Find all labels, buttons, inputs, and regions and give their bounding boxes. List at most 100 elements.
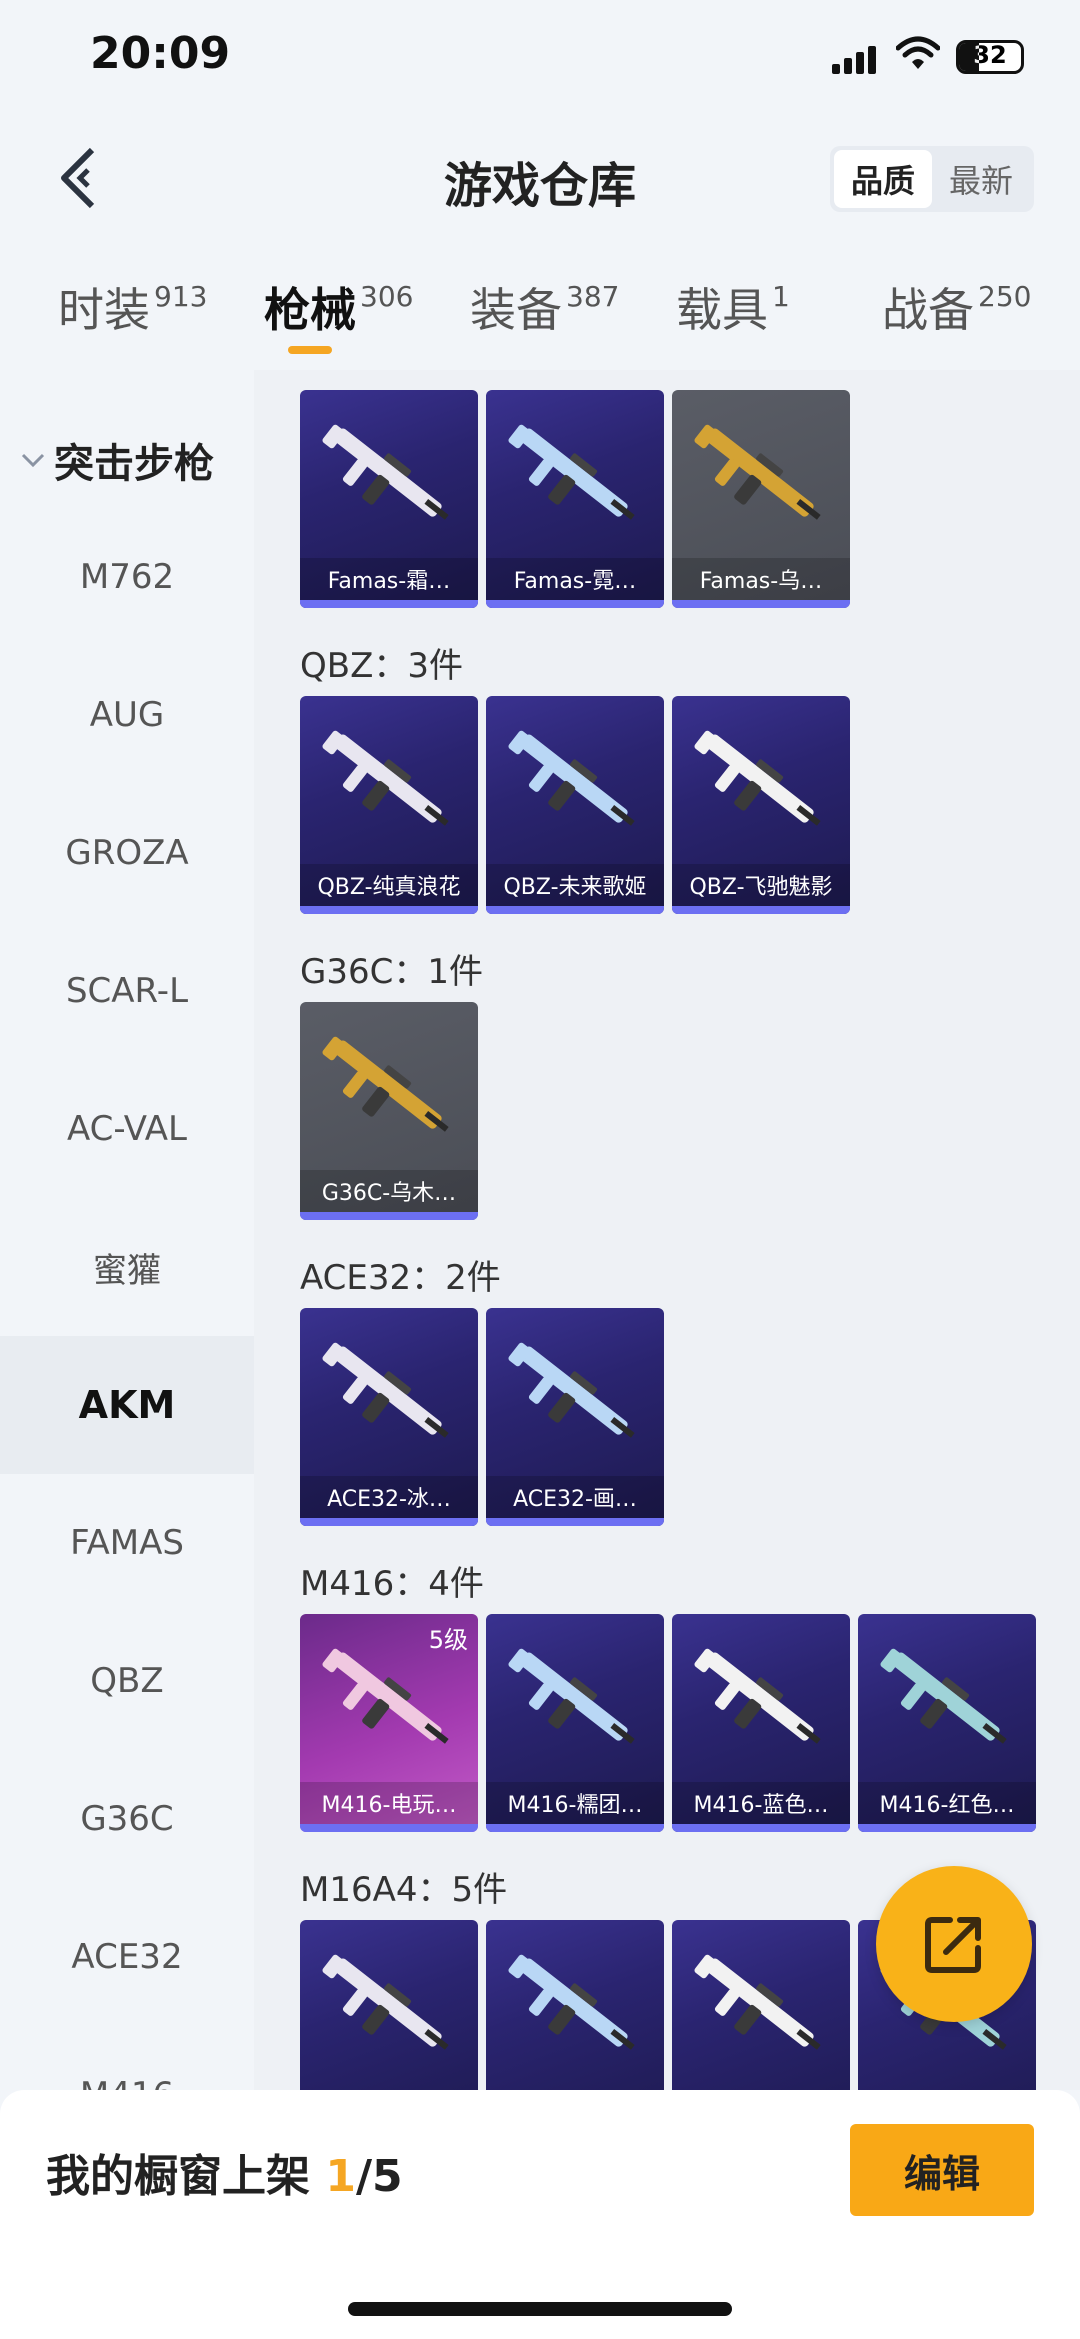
skin-level-badge: 5级 — [428, 1626, 468, 1654]
share-button[interactable] — [876, 1866, 1032, 2022]
skin-card[interactable]: M416-红色… — [858, 1614, 1036, 1832]
skin-name: M416-糯团… — [486, 1782, 664, 1824]
skin-card[interactable] — [672, 1920, 850, 2090]
rarity-stripe — [486, 1518, 664, 1526]
tab-supplies[interactable]: 战备 250 — [882, 274, 1031, 340]
tab-equipment[interactable]: 装备 387 — [470, 274, 619, 340]
skin-card[interactable]: Famas-乌… — [672, 390, 850, 608]
skin-card[interactable] — [486, 1920, 664, 2090]
tab-label: 装备 — [470, 283, 562, 337]
weapon-skin-grid: Famas-霜… Famas-霓… Famas-乌… QBZ：3件 QBZ-纯真浪花 QB… — [254, 370, 1080, 2090]
showcase-summary: 我的橱窗上架 1/5 — [46, 2140, 403, 2204]
sidebar-item-honey-badger[interactable]: 蜜獾 — [0, 1198, 254, 1336]
status-time: 20:09 — [90, 28, 231, 79]
gun-skin-icon — [880, 1648, 1007, 1744]
tab-label: 战备 — [882, 283, 974, 337]
skin-card[interactable]: M416-糯团… — [486, 1614, 664, 1832]
tab-count: 913 — [154, 280, 208, 313]
home-indicator — [348, 2302, 732, 2316]
sort-newest-button[interactable]: 最新 — [932, 150, 1030, 208]
skin-card[interactable]: QBZ-纯真浪花 — [300, 696, 478, 914]
skin-card[interactable] — [300, 1920, 478, 2090]
skin-name: Famas-乌… — [672, 558, 850, 600]
gun-skin-icon — [322, 1342, 449, 1438]
tab-label: 载具 — [676, 283, 768, 337]
skin-name: M416-电玩… — [300, 1782, 478, 1824]
edit-button[interactable]: 编辑 — [850, 2124, 1034, 2216]
skin-name: Famas-霓… — [486, 558, 664, 600]
wifi-icon — [896, 36, 940, 69]
section-title: QBZ：3件 — [300, 646, 464, 686]
sidebar-group-label: 突击步枪 — [54, 441, 214, 487]
sidebar-item-g36c[interactable]: G36C — [0, 1750, 254, 1888]
skin-card[interactable]: 5级 M416-电玩… — [300, 1614, 478, 1832]
skin-card[interactable]: G36C-乌木… — [300, 1002, 478, 1220]
sidebar-item-aug[interactable]: AUG — [0, 646, 254, 784]
share-external-icon — [925, 1917, 981, 1973]
cellular-signal-icon — [832, 44, 878, 74]
rarity-stripe — [300, 1518, 478, 1526]
tab-label: 时装 — [58, 283, 150, 337]
sidebar-group-assault-rifles[interactable]: 突击步枪 — [0, 410, 254, 510]
tab-count: 250 — [978, 280, 1032, 313]
tab-count: 1 — [772, 280, 790, 313]
sidebar-item-ace32[interactable]: ACE32 — [0, 1888, 254, 2026]
rarity-stripe — [300, 1212, 478, 1220]
sidebar-item-groza[interactable]: GROZA — [0, 784, 254, 922]
gun-skin-icon — [694, 424, 821, 520]
gun-skin-icon — [508, 1954, 635, 2050]
sidebar-item-m762[interactable]: M762 — [0, 508, 254, 646]
skin-card[interactable]: Famas-霜… — [300, 390, 478, 608]
skin-card[interactable]: ACE32-冰… — [300, 1308, 478, 1526]
sidebar-item-akm[interactable]: AKM — [0, 1336, 254, 1474]
rarity-stripe — [486, 906, 664, 914]
gun-skin-icon — [322, 1954, 449, 2050]
sort-quality-button[interactable]: 品质 — [834, 150, 932, 208]
showcase-current: 1 — [325, 2151, 356, 2202]
skin-card[interactable]: QBZ-未来歌姬 — [486, 696, 664, 914]
section-title: M16A4：5件 — [300, 1870, 508, 1910]
tab-label: 枪械 — [264, 283, 356, 337]
section-title: G36C：1件 — [300, 952, 483, 992]
rarity-stripe — [672, 906, 850, 914]
gun-skin-icon — [322, 1036, 449, 1132]
gun-skin-icon — [322, 730, 449, 826]
rarity-stripe — [486, 1824, 664, 1832]
gun-skin-icon — [508, 1342, 635, 1438]
rarity-stripe — [858, 1824, 1036, 1832]
skin-name: M416-蓝色… — [672, 1782, 850, 1824]
back-arrow-icon — [61, 147, 95, 209]
tab-firearms[interactable]: 枪械 306 — [264, 274, 413, 340]
skin-name: ACE32-画… — [486, 1476, 664, 1518]
sidebar-item-qbz[interactable]: QBZ — [0, 1612, 254, 1750]
gun-skin-icon — [322, 424, 449, 520]
section-title: M416：4件 — [300, 1564, 484, 1604]
weapon-sidebar: 突击步枪 M762 AUG GROZA SCAR-L AC-VAL 蜜獾 AKM… — [0, 370, 254, 2090]
sidebar-item-ac-val[interactable]: AC-VAL — [0, 1060, 254, 1198]
tab-count: 387 — [566, 280, 620, 313]
skin-name: M416-红色… — [858, 1782, 1036, 1824]
sidebar-item-m416[interactable]: M416 — [0, 2026, 254, 2090]
gun-skin-icon — [508, 1648, 635, 1744]
rarity-stripe — [300, 906, 478, 914]
sidebar-item-famas[interactable]: FAMAS — [0, 1474, 254, 1612]
gun-skin-icon — [508, 730, 635, 826]
skin-card[interactable]: M416-蓝色… — [672, 1614, 850, 1832]
skin-name: QBZ-飞驰魅影 — [672, 864, 850, 906]
showcase-label: 我的橱窗上架 — [46, 2151, 310, 2202]
skin-card[interactable]: QBZ-飞驰魅影 — [672, 696, 850, 914]
category-tabs: 时装 913 枪械 306 装备 387 载具 1 战备 250 — [0, 260, 1080, 370]
gun-skin-icon — [694, 730, 821, 826]
back-button[interactable] — [48, 138, 108, 218]
showcase-total: /5 — [355, 2151, 403, 2202]
sidebar-item-scar-l[interactable]: SCAR-L — [0, 922, 254, 1060]
tab-costume[interactable]: 时装 913 — [58, 274, 207, 340]
skin-name: QBZ-纯真浪花 — [300, 864, 478, 906]
gun-skin-icon — [694, 1648, 821, 1744]
tab-vehicles[interactable]: 载具 1 — [676, 274, 790, 340]
skin-card[interactable]: Famas-霓… — [486, 390, 664, 608]
skin-name: G36C-乌木… — [300, 1170, 478, 1212]
gun-skin-icon — [694, 1954, 821, 2050]
skin-card[interactable]: ACE32-画… — [486, 1308, 664, 1526]
chevron-down-icon — [21, 453, 45, 468]
